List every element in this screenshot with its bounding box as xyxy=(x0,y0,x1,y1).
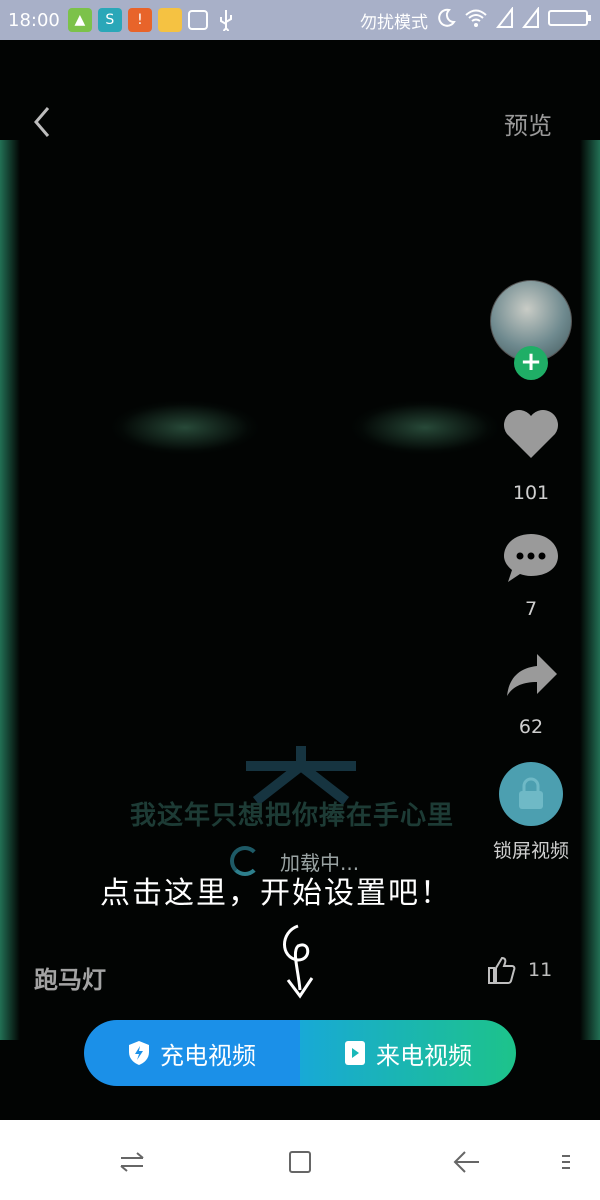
lock-icon xyxy=(519,777,543,809)
charging-video-button[interactable]: 充电视频 xyxy=(84,1020,300,1086)
share-icon xyxy=(507,654,557,696)
glowing-eye-left xyxy=(110,400,260,455)
lock-circle xyxy=(499,762,563,826)
usb-icon xyxy=(214,8,238,32)
sync-icon: S xyxy=(97,8,122,32)
video-edge-glow-left xyxy=(0,140,20,1040)
system-nav-bar xyxy=(0,1120,600,1200)
setup-hint-text: 点击这里，开始设置吧！ xyxy=(100,876,452,911)
warning-icon: ! xyxy=(127,8,152,32)
dnd-label: 勿扰模式 xyxy=(360,12,428,33)
back-button[interactable] xyxy=(30,104,60,140)
battery-icon xyxy=(548,8,592,32)
switch-apps-icon[interactable] xyxy=(114,1144,150,1180)
thumb-like-action[interactable]: 11 xyxy=(486,955,552,985)
wifi-icon xyxy=(464,8,488,32)
status-time: 18:00 xyxy=(8,9,60,31)
phone-video-icon xyxy=(345,1041,365,1065)
thumb-like-count: 11 xyxy=(528,959,553,981)
video-watermark-text: 我这年只想把你捧在手心里 xyxy=(130,801,455,831)
comment-action[interactable]: 7 xyxy=(488,530,574,620)
charging-video-label: 充电视频 xyxy=(160,1041,256,1070)
folder-icon xyxy=(157,8,182,32)
heart-icon xyxy=(504,410,558,458)
share-action[interactable]: 62 xyxy=(488,650,574,738)
share-count: 62 xyxy=(518,716,544,738)
android-icon: ▲ xyxy=(67,8,92,32)
signal-icon xyxy=(521,6,540,33)
comment-count: 7 xyxy=(524,598,538,620)
video-type-toggle: 充电视频 来电视频 xyxy=(84,1020,516,1086)
moon-icon xyxy=(436,8,456,32)
incoming-call-video-label: 来电视频 xyxy=(376,1041,472,1070)
like-action[interactable]: 101 xyxy=(488,406,574,504)
cleaner-icon xyxy=(187,10,208,30)
status-bar: 18:00 ▲ S ! 勿扰模式 xyxy=(0,0,600,40)
follow-plus-icon[interactable]: + xyxy=(514,346,548,380)
notification-icons: ▲ S ! xyxy=(67,8,238,32)
incoming-call-video-button[interactable]: 来电视频 xyxy=(300,1020,516,1086)
thumbs-up-icon xyxy=(488,956,516,984)
lock-screen-video-action[interactable]: 锁屏视频 xyxy=(488,762,574,863)
home-square-icon[interactable] xyxy=(282,1144,318,1180)
comment-icon xyxy=(504,534,558,582)
like-count: 101 xyxy=(512,482,550,504)
marquee-title: 跑马灯 xyxy=(34,966,106,994)
glowing-eye-right xyxy=(350,400,500,455)
lock-screen-video-label: 锁屏视频 xyxy=(492,840,569,862)
back-arrow-icon[interactable] xyxy=(448,1144,484,1180)
preview-button[interactable]: 预览 xyxy=(504,106,552,141)
menu-icon[interactable] xyxy=(548,1144,584,1180)
shield-icon xyxy=(129,1041,149,1065)
signal-icon xyxy=(495,6,514,33)
status-right: 勿扰模式 xyxy=(360,6,592,33)
video-edge-glow-right xyxy=(580,140,600,1040)
hint-arrow-icon xyxy=(283,924,314,999)
